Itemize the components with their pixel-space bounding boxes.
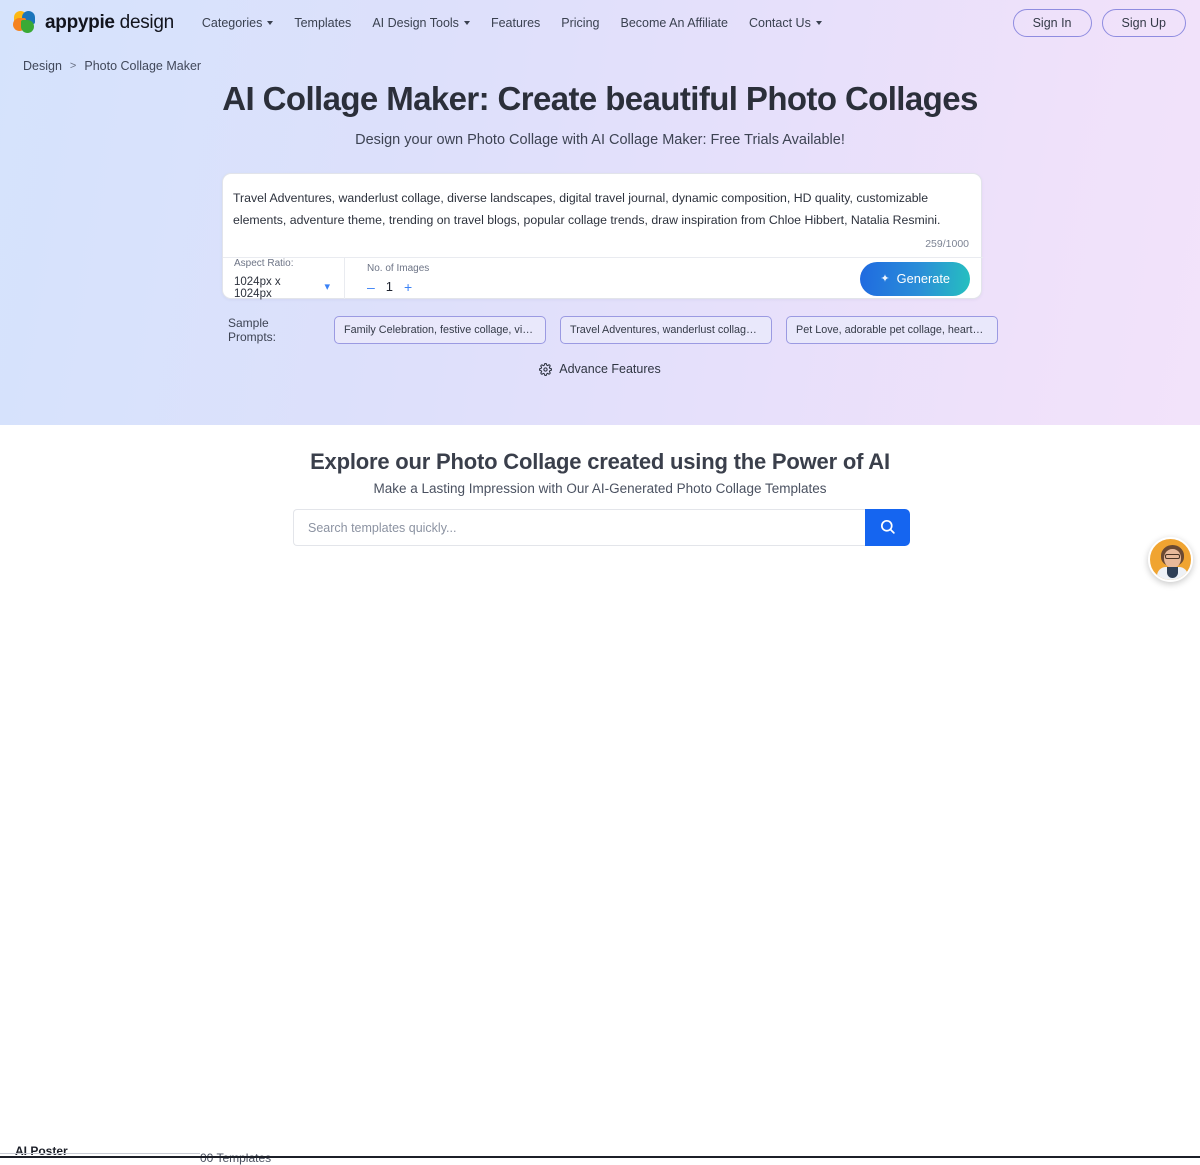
logo-product: design [114, 12, 175, 33]
nav-label: Categories [201, 16, 263, 30]
num-images-label: No. of Images [367, 263, 430, 274]
bottom-template-count: 00 Templates [200, 1151, 272, 1165]
logo-brand: appypie [45, 12, 115, 33]
nav-item-categories[interactable]: Categories [201, 16, 274, 30]
logo[interactable]: appypie design [13, 11, 174, 35]
main-nav: Categories Templates AI Design Tools Fea… [202, 16, 822, 30]
nav-label: Features [490, 16, 541, 30]
aspect-ratio-value: 1024px x 1024px [234, 275, 281, 300]
avatar-collar [1167, 567, 1178, 578]
breadcrumb-item-current: Photo Collage Maker [84, 59, 202, 73]
advance-features-label: Advance Features [559, 362, 661, 376]
nav-label: Templates [294, 16, 352, 30]
sample-prompts-label: Sample Prompts: [228, 316, 277, 344]
character-counter: 259/1000 [925, 238, 969, 250]
explore-title: Explore our Photo Collage created using … [310, 449, 890, 474]
site-header: appypie design Categories Templates AI D… [0, 0, 1200, 46]
gear-icon [539, 362, 553, 376]
generate-label: Generate [896, 271, 950, 286]
generate-button[interactable]: ✦ Generate [860, 261, 970, 296]
sparkle-icon: ✦ [880, 273, 890, 285]
search-icon [879, 518, 896, 538]
logo-text: appypie design [45, 12, 174, 34]
chevron-down-icon [463, 21, 470, 25]
nav-item-features[interactable]: Features [491, 16, 540, 30]
sample-prompt-chip-1[interactable]: Family Celebration, festive collage, vib… [334, 316, 546, 344]
chat-support-avatar[interactable] [1148, 537, 1193, 582]
nav-label: AI Design Tools [372, 16, 459, 30]
nav-item-ai-design-tools[interactable]: AI Design Tools [372, 16, 470, 30]
sample-prompt-chip-2[interactable]: Travel Adventures, wanderlust collage, d… [560, 316, 772, 344]
breadcrumb-item-design[interactable]: Design [23, 59, 62, 73]
template-search [293, 509, 910, 546]
chevron-down-icon [267, 21, 274, 25]
breadcrumb: Design > Photo Collage Maker [23, 59, 201, 73]
nav-item-become-an-affiliate[interactable]: Become An Affiliate [621, 16, 728, 30]
chevron-down-icon [815, 21, 822, 25]
avatar-glasses [1165, 554, 1180, 559]
control-divider [344, 258, 345, 299]
bottom-divider-light [0, 1153, 200, 1154]
sign-up-button[interactable]: Sign Up [1101, 9, 1186, 37]
search-input[interactable] [293, 509, 865, 546]
sample-prompts: Sample Prompts: Family Celebration, fest… [228, 316, 998, 344]
num-images-value: 1 [385, 279, 394, 294]
num-images-control: No. of Images – 1 + [367, 263, 429, 294]
bottom-divider [0, 1156, 1200, 1158]
prompt-controls-row: Aspect Ratio: 1024px x 1024px ▾ No. of I… [223, 258, 983, 300]
chevron-down-icon: ▾ [324, 281, 330, 293]
bottom-section-partial: AI Poster 00 Templates [0, 568, 1200, 1165]
quantity-stepper: – 1 + [367, 279, 429, 294]
nav-item-pricing[interactable]: Pricing [561, 16, 599, 30]
explore-subtitle: Make a Lasting Impression with Our AI-Ge… [373, 481, 827, 496]
search-button[interactable] [865, 509, 910, 546]
aspect-ratio-label: Aspect Ratio: [234, 257, 294, 269]
sign-in-button[interactable]: Sign In [1012, 9, 1092, 37]
prompt-card: Travel Adventures, wanderlust collage, d… [222, 173, 983, 300]
sample-prompt-chip-3[interactable]: Pet Love, adorable pet collage, heartwar… [786, 316, 998, 344]
advance-features-toggle[interactable]: Advance Features [0, 362, 1200, 376]
aspect-ratio-control[interactable]: Aspect Ratio: 1024px x 1024px ▾ [234, 258, 330, 300]
nav-item-contact-us[interactable]: Contact Us [749, 16, 822, 30]
breadcrumb-separator: > [69, 60, 77, 72]
prompt-input[interactable]: Travel Adventures, wanderlust collage, d… [233, 187, 953, 231]
page-title: AI Collage Maker: Create beautiful Photo… [222, 80, 978, 117]
auth-actions: Sign In Sign Up [1012, 9, 1186, 37]
increment-button[interactable]: + [404, 280, 412, 294]
nav-label: Contact Us [748, 16, 811, 30]
nav-item-templates[interactable]: Templates [294, 16, 351, 30]
decrement-button[interactable]: – [367, 280, 375, 294]
nav-label: Become An Affiliate [620, 16, 728, 30]
appypie-logo-icon [13, 11, 39, 35]
page-subtitle: Design your own Photo Collage with AI Co… [355, 132, 845, 148]
nav-label: Pricing [561, 16, 600, 30]
